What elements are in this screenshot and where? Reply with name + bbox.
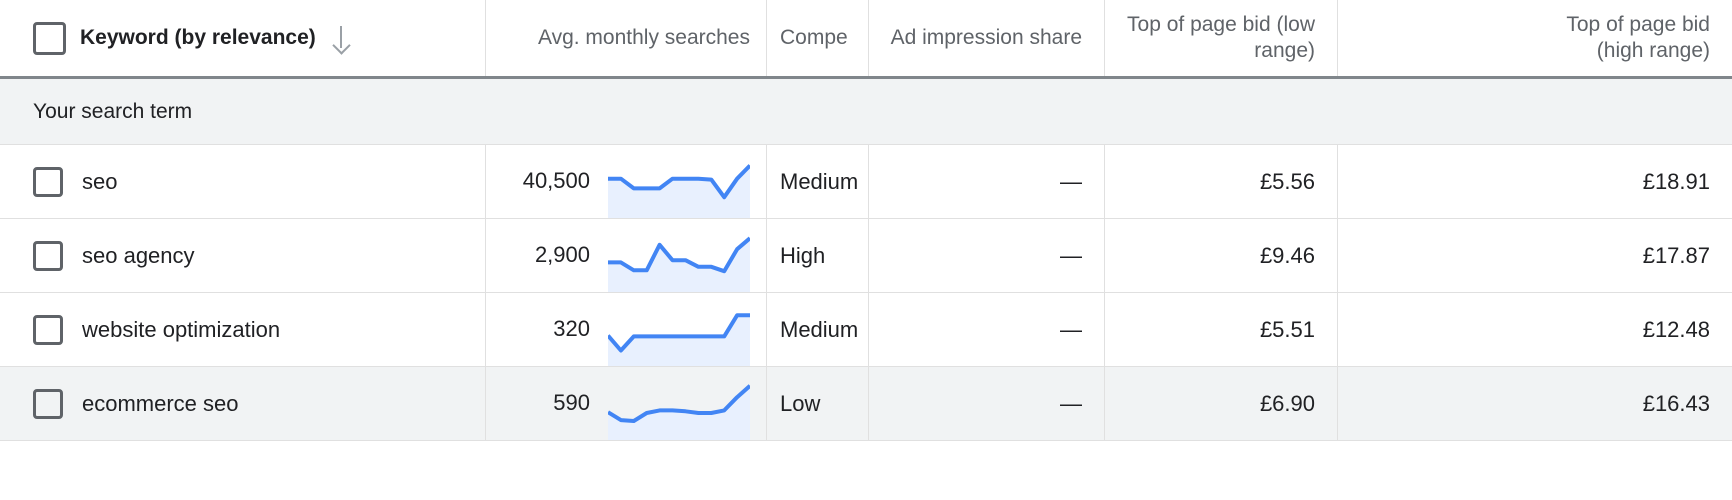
cell-keyword: seo agency — [0, 219, 485, 292]
header-cell-keyword[interactable]: Keyword (by relevance) — [0, 0, 485, 76]
ad-impression-share-value: — — [1060, 316, 1082, 342]
keyword-label: website optimization — [82, 316, 281, 342]
cell-ad-impression-share: — — [868, 145, 1104, 218]
cell-bid-high: £12.48 — [1337, 293, 1732, 366]
cell-avg-monthly-searches: 320 — [485, 293, 766, 366]
header-cell-ad-impression-share[interactable]: Ad impression share — [868, 0, 1104, 76]
header-label-bid-low: Top of page bid (low range) — [1127, 12, 1315, 63]
cell-avg-monthly-searches: 40,500 — [485, 145, 766, 218]
header-cell-bid-high[interactable]: Top of page bid (high range) — [1337, 0, 1732, 76]
header-label-bid-low-line2: range) — [1254, 39, 1315, 62]
cell-ad-impression-share: — — [868, 293, 1104, 366]
cell-competition: High — [766, 219, 868, 292]
header-label-bid-high: Top of page bid (high range) — [1566, 12, 1710, 63]
header-label-bid-high-line2: (high range) — [1596, 39, 1710, 62]
cell-ad-impression-share: — — [868, 219, 1104, 292]
bid-low-value: £6.90 — [1259, 390, 1315, 416]
arrow-down-icon[interactable] — [330, 25, 352, 51]
bid-low-value: £9.46 — [1259, 242, 1315, 268]
cell-bid-low: £5.51 — [1104, 293, 1337, 366]
table-row[interactable]: website optimization 320 Medium — £5.51 £12.4… — [0, 293, 1732, 367]
cell-keyword: website optimization — [0, 293, 485, 366]
table-row[interactable]: seo 40,500 Medium — £5.56 £18.91 — [0, 145, 1732, 219]
header-cell-bid-low[interactable]: Top of page bid (low range) — [1104, 0, 1337, 76]
keyword-label: ecommerce seo — [82, 390, 239, 416]
table-header-row: Keyword (by relevance) Avg. monthly sear… — [0, 0, 1732, 79]
header-label-bid-high-line1: Top of page bid — [1566, 13, 1710, 37]
bid-high-value: £12.48 — [1642, 316, 1710, 342]
cell-bid-high: £18.91 — [1337, 145, 1732, 218]
cell-bid-high: £17.87 — [1337, 219, 1732, 292]
cell-avg-monthly-searches: 2,900 — [485, 219, 766, 292]
cell-ad-impression-share: — — [868, 367, 1104, 440]
avg-monthly-searches-value: 2,900 — [534, 242, 590, 267]
bid-high-value: £17.87 — [1642, 242, 1710, 268]
ad-impression-share-value: — — [1060, 168, 1082, 194]
header-label-bid-low-line1: Top of page bid (low — [1127, 13, 1315, 37]
row-select-checkbox[interactable] — [33, 314, 63, 345]
cell-bid-low: £9.46 — [1104, 219, 1337, 292]
row-select-checkbox[interactable] — [33, 240, 63, 271]
header-cell-competition[interactable]: Compe — [766, 0, 868, 76]
keyword-label: seo — [82, 168, 118, 194]
cell-bid-high: £16.43 — [1337, 367, 1732, 440]
competition-value: Low — [780, 390, 821, 416]
table-body: seo 40,500 Medium — £5.56 £18.91 seo agency 2,9… — [0, 145, 1732, 441]
header-label-competition: Compe — [780, 26, 848, 50]
bid-high-value: £16.43 — [1642, 390, 1710, 416]
avg-monthly-searches-value: 320 — [553, 316, 590, 341]
competition-value: Medium — [780, 316, 859, 342]
sparkline-chart — [608, 384, 750, 440]
sparkline-chart — [608, 236, 750, 292]
cell-keyword: ecommerce seo — [0, 367, 485, 440]
ad-impression-share-value: — — [1060, 242, 1082, 268]
header-cell-avg-monthly-searches[interactable]: Avg. monthly searches — [485, 0, 766, 76]
avg-monthly-searches-value: 40,500 — [522, 168, 590, 193]
header-label-avg-monthly-searches: Avg. monthly searches — [537, 26, 750, 50]
avg-monthly-searches-value: 590 — [553, 390, 590, 415]
cell-competition: Low — [766, 367, 868, 440]
bid-high-value: £18.91 — [1642, 168, 1710, 194]
competition-value: High — [780, 242, 826, 268]
bid-low-value: £5.51 — [1259, 316, 1315, 342]
keyword-planner-table: Keyword (by relevance) Avg. monthly sear… — [0, 0, 1732, 500]
competition-value: Medium — [780, 168, 859, 194]
header-label-keyword: Keyword (by relevance) — [80, 26, 316, 50]
cell-keyword: seo — [0, 145, 485, 218]
cell-competition: Medium — [766, 145, 868, 218]
cell-avg-monthly-searches: 590 — [485, 367, 766, 440]
group-label: Your search term — [33, 99, 193, 123]
cell-bid-low: £6.90 — [1104, 367, 1337, 440]
header-label-ad-impression-share: Ad impression share — [890, 26, 1082, 50]
table-row[interactable]: seo agency 2,900 High — £9.46 £17.87 — [0, 219, 1732, 293]
sparkline-chart — [608, 313, 750, 366]
keyword-label: seo agency — [82, 242, 195, 268]
table-row[interactable]: ecommerce seo 590 Low — £6.90 £16.43 — [0, 367, 1732, 441]
bid-low-value: £5.56 — [1259, 168, 1315, 194]
group-row-your-search-term: Your search term — [0, 79, 1732, 145]
ad-impression-share-value: — — [1060, 390, 1082, 416]
select-all-checkbox[interactable] — [33, 21, 66, 55]
row-select-checkbox[interactable] — [33, 388, 63, 419]
row-select-checkbox[interactable] — [33, 166, 63, 197]
sparkline-chart — [608, 164, 750, 218]
cell-competition: Medium — [766, 293, 868, 366]
cell-bid-low: £5.56 — [1104, 145, 1337, 218]
